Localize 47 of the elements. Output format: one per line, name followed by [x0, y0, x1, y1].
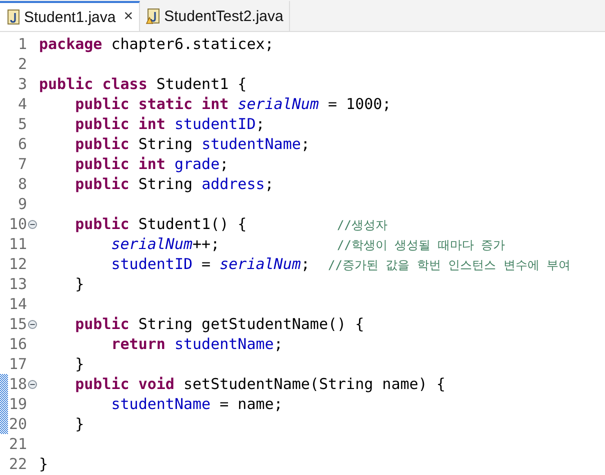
code-line: }	[39, 455, 48, 473]
line-number: 13	[8, 275, 27, 293]
line-number: 12	[8, 255, 27, 273]
collapse-icon[interactable]	[28, 380, 37, 388]
code-line: studentID = serialNum; //증가된 값을 학번 인스턴스 변수에 부여	[110, 254, 571, 274]
line-number: 16	[8, 335, 27, 353]
line-number: 6	[16, 135, 27, 153]
code-line: public void setStudentName(String name) {	[74, 375, 446, 393]
code-line: public Student1() { //생성자	[74, 214, 388, 234]
line-number: 4	[16, 95, 27, 113]
line-number: 22	[8, 455, 27, 473]
code-line: public class Student1 {	[39, 75, 247, 93]
code-line: package chapter6.staticex;	[39, 35, 274, 53]
line-number: 21	[8, 435, 27, 453]
code-line: public int studentID;	[74, 115, 265, 133]
line-number: 9	[16, 195, 27, 213]
code-line: }	[74, 355, 84, 373]
code-line: }	[74, 415, 84, 433]
code-line: serialNum++; //학생이 생성될 때마다 증가	[110, 234, 506, 254]
code-line: public int grade;	[74, 155, 229, 173]
code-line: public String getStudentName() {	[74, 315, 364, 333]
line-number: 15	[8, 315, 27, 333]
line-number: 11	[8, 235, 27, 253]
line-number: 3	[16, 75, 27, 93]
line-number: 10	[8, 215, 27, 233]
line-number: 17	[8, 355, 27, 373]
java-file-icon	[6, 9, 20, 25]
code-line: public String address;	[74, 175, 274, 193]
line-number: 18	[8, 375, 27, 393]
line-number: 7	[16, 155, 27, 173]
line-number: 2	[16, 55, 27, 73]
code-line: studentName = name;	[110, 395, 283, 413]
collapse-icon[interactable]	[28, 220, 37, 228]
editor-tab[interactable]: StudentTest2.java	[140, 1, 290, 31]
code-line: return studentName;	[110, 335, 283, 353]
code-line: public String studentName;	[74, 135, 310, 153]
editor-tab[interactable]: Student1.java ×	[0, 1, 140, 31]
collapse-icon[interactable]	[28, 320, 37, 328]
line-number: 20	[8, 415, 27, 433]
line-number: 14	[8, 295, 27, 313]
line-number: 5	[16, 115, 27, 133]
line-number: 8	[16, 175, 27, 193]
code-line: }	[74, 275, 84, 293]
close-tab-button[interactable]: ×	[124, 8, 134, 26]
code-line: public static int serialNum = 1000;	[74, 95, 392, 113]
line-number: 19	[8, 395, 27, 413]
line-number: 1	[16, 35, 27, 53]
